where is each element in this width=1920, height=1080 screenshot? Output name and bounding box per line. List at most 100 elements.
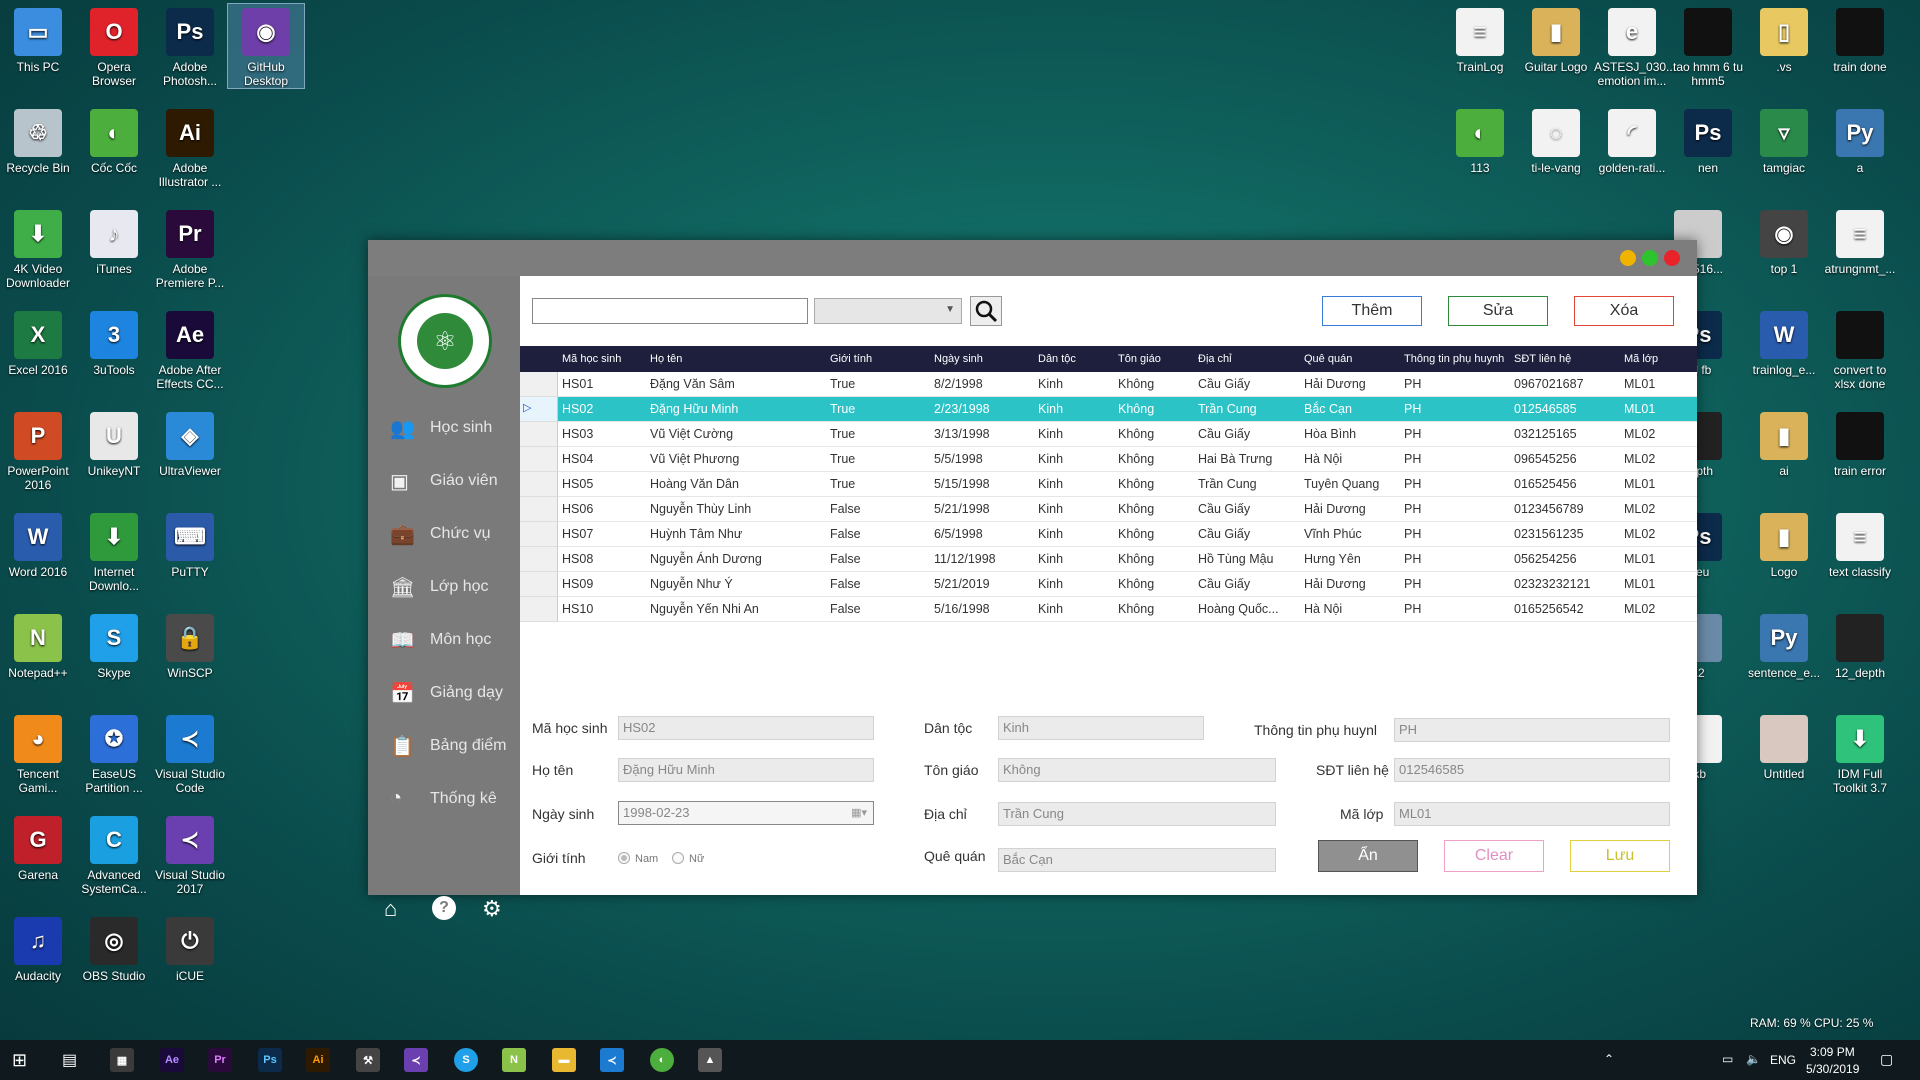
tray-chevron-up-icon[interactable]: ⌃: [1604, 1052, 1614, 1066]
column-header[interactable]: Quê quán: [1304, 346, 1402, 372]
desktop-icon[interactable]: X Excel 2016: [0, 307, 76, 377]
table-cell[interactable]: 2/23/1998: [934, 397, 1034, 422]
after-effects-taskbar-icon[interactable]: Ae: [160, 1048, 184, 1072]
table-cell[interactable]: HS06: [562, 497, 648, 522]
desktop-icon[interactable]: e ASTESJ_030... emotion im...: [1594, 4, 1676, 88]
table-cell[interactable]: PH: [1404, 397, 1510, 422]
desktop-icon[interactable]: ≡ text classify: [1822, 509, 1898, 579]
table-cell[interactable]: Hai Bà Trưng: [1198, 447, 1302, 472]
windows-start-icon[interactable]: ⊞: [12, 1050, 27, 1071]
sidebar-item[interactable]: 📋 Bảng điểm: [368, 726, 520, 766]
table-cell[interactable]: 5/5/1998: [934, 447, 1034, 472]
birth-date-picker[interactable]: 1998-02-23 ▦▾: [618, 801, 874, 825]
table-cell[interactable]: 3/13/1998: [934, 422, 1034, 447]
table-cell[interactable]: Hải Dương: [1304, 572, 1402, 597]
table-cell[interactable]: 032125165: [1514, 422, 1620, 447]
desktop-icon[interactable]: ◉ top 1: [1746, 206, 1822, 276]
table-cell[interactable]: PH: [1404, 597, 1510, 622]
table-cell[interactable]: False: [830, 572, 930, 597]
desktop-icon[interactable]: ⌨ PuTTY: [152, 509, 228, 579]
premiere-taskbar-icon[interactable]: Pr: [208, 1048, 232, 1072]
file-explorer-taskbar-icon[interactable]: ▬: [552, 1048, 576, 1072]
hide-button[interactable]: Ẩn: [1318, 840, 1418, 872]
desktop-icon[interactable]: ◕ Tencent Gami...: [0, 711, 76, 795]
table-cell[interactable]: HS05: [562, 472, 648, 497]
table-cell[interactable]: False: [830, 522, 930, 547]
desktop-icon[interactable]: ≡ atrungnmt_...: [1822, 206, 1898, 276]
table-cell[interactable]: Kinh: [1038, 522, 1116, 547]
desktop-icon[interactable]: ♫ Audacity: [0, 913, 76, 983]
full-name-field[interactable]: Đặng Hữu Minh: [618, 758, 874, 782]
table-cell[interactable]: HS09: [562, 572, 648, 597]
table-cell[interactable]: Không: [1118, 597, 1196, 622]
table-cell[interactable]: 0123456789: [1514, 497, 1620, 522]
table-cell[interactable]: Không: [1118, 472, 1196, 497]
desktop-icon[interactable]: Ps nen: [1670, 105, 1746, 175]
desktop-icon[interactable]: ◌ ti-le-vang: [1518, 105, 1594, 175]
desktop-icon[interactable]: Ae Adobe After Effects CC...: [152, 307, 228, 391]
sidebar-item[interactable]: 🏛 Lớp học: [368, 567, 520, 607]
table-cell[interactable]: Hải Dương: [1304, 497, 1402, 522]
tray-volume-icon[interactable]: 🔈: [1746, 1052, 1761, 1066]
row-header[interactable]: [520, 447, 558, 472]
sidebar-item[interactable]: ◔ Thống kê: [368, 779, 520, 819]
table-cell[interactable]: ML01: [1624, 547, 1694, 572]
desktop-icon[interactable]: ⬇ Internet Downlo...: [76, 509, 152, 593]
table-cell[interactable]: PH: [1404, 422, 1510, 447]
desktop-icon[interactable]: ▿ tamgiac: [1746, 105, 1822, 175]
table-cell[interactable]: True: [830, 472, 930, 497]
table-cell[interactable]: False: [830, 597, 930, 622]
gender-male-radio[interactable]: Nam: [618, 852, 658, 865]
table-cell[interactable]: Vũ Việt Cường: [650, 422, 828, 447]
photoshop-taskbar-icon[interactable]: Ps: [258, 1048, 282, 1072]
desktop-icon[interactable]: Ps Adobe Photosh...: [152, 4, 228, 88]
table-cell[interactable]: PH: [1404, 497, 1510, 522]
table-cell[interactable]: Nguyễn Yến Nhi An: [650, 597, 828, 622]
table-cell[interactable]: Kinh: [1038, 547, 1116, 572]
desktop-icon[interactable]: ▮ ai: [1746, 408, 1822, 478]
edit-button[interactable]: Sửa: [1448, 296, 1548, 326]
gender-female-radio[interactable]: Nữ: [672, 852, 704, 865]
desktop-icon[interactable]: 🔒 WinSCP: [152, 610, 228, 680]
table-cell[interactable]: 02323232121: [1514, 572, 1620, 597]
table-cell[interactable]: 016525456: [1514, 472, 1620, 497]
calendar-icon[interactable]: ▦▾: [851, 802, 867, 824]
table-cell[interactable]: HS07: [562, 522, 648, 547]
desktop-icon[interactable]: ⬇ IDM Full Toolkit 3.7: [1822, 711, 1898, 795]
table-row[interactable]: HS01 Đặng Văn Sâm True 8/2/1998 Kinh Không Cầu…: [520, 372, 1697, 397]
desktop-icon[interactable]: ▮ Logo: [1746, 509, 1822, 579]
column-header[interactable]: Thông tin phụ huynh: [1404, 346, 1510, 372]
desktop-icon[interactable]: S Skype: [76, 610, 152, 680]
delete-button[interactable]: Xóa: [1574, 296, 1674, 326]
desktop-icon[interactable]: convert to xlsx done: [1822, 307, 1898, 391]
column-header[interactable]: Giới tính: [830, 346, 930, 372]
table-cell[interactable]: PH: [1404, 547, 1510, 572]
table-cell[interactable]: ML02: [1624, 597, 1694, 622]
window-titlebar[interactable]: [368, 240, 1697, 276]
column-header[interactable]: SĐT liên hệ: [1514, 346, 1620, 372]
search-button[interactable]: [970, 296, 1002, 326]
illustrator-taskbar-icon[interactable]: Ai: [306, 1048, 330, 1072]
desktop-icon[interactable]: Wtrainlog_e...: [1746, 307, 1822, 377]
column-header[interactable]: Tôn giáo: [1118, 346, 1196, 372]
save-button[interactable]: Lưu: [1570, 840, 1670, 872]
hometown-field[interactable]: Bắc Cạn: [998, 848, 1276, 872]
table-cell[interactable]: Trần Cung: [1198, 397, 1302, 422]
search-input[interactable]: [532, 298, 808, 324]
table-cell[interactable]: Hải Dương: [1304, 372, 1402, 397]
tools-taskbar-icon[interactable]: ⚒: [356, 1048, 380, 1072]
desktop-icon[interactable]: Ai Adobe Illustrator ...: [152, 105, 228, 189]
table-cell[interactable]: HS01: [562, 372, 648, 397]
desktop-icon[interactable]: Untitled: [1746, 711, 1822, 781]
table-cell[interactable]: Không: [1118, 397, 1196, 422]
desktop-icon[interactable]: W Word 2016: [0, 509, 76, 579]
table-cell[interactable]: HS08: [562, 547, 648, 572]
row-header[interactable]: [520, 547, 558, 572]
table-cell[interactable]: Hoàng Quốc...: [1198, 597, 1302, 622]
maximize-button[interactable]: [1642, 250, 1658, 266]
table-row[interactable]: HS07 Huỳnh Tâm Như False 6/5/1998 Kinh Không C…: [520, 522, 1697, 547]
table-cell[interactable]: Kinh: [1038, 572, 1116, 597]
home-icon[interactable]: ⌂: [384, 896, 397, 922]
table-cell[interactable]: PH: [1404, 572, 1510, 597]
desktop-icon[interactable]: ✪ EaseUS Partition ...: [76, 711, 152, 795]
